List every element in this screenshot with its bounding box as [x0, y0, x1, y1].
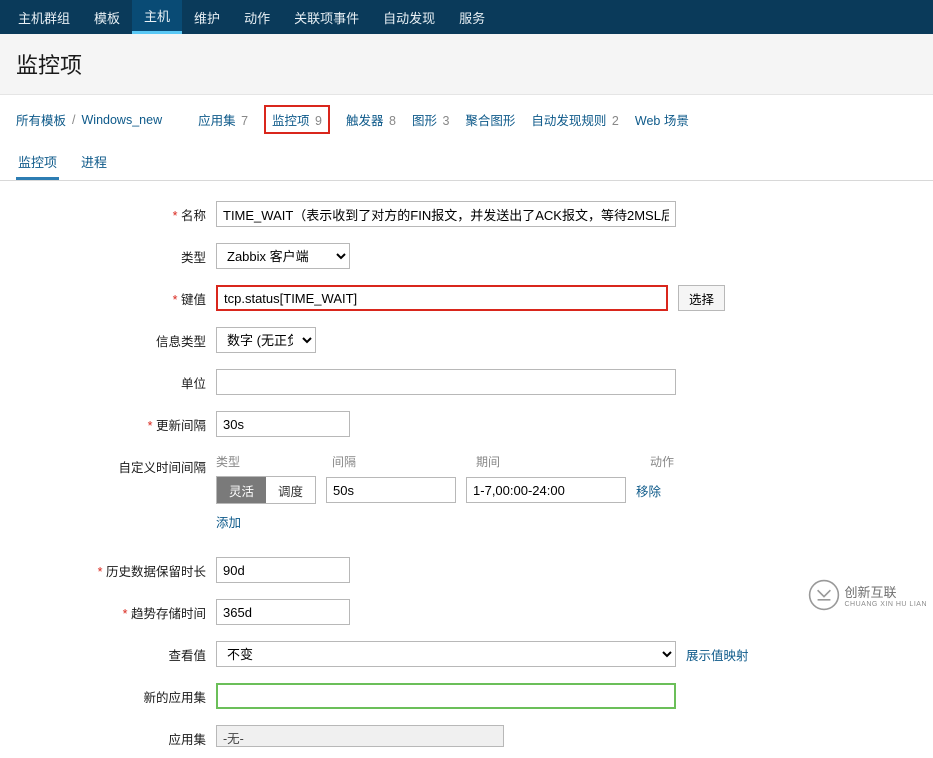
nav-hostgroups[interactable]: 主机群组	[6, 0, 82, 34]
show-value-mapping-link[interactable]: 展示值映射	[686, 645, 749, 664]
nav-maintenance[interactable]: 维护	[182, 0, 232, 34]
bc-tab-web[interactable]: Web 场景	[635, 110, 689, 129]
watermark-brand: 创新互联	[844, 582, 927, 601]
ci-interval-input[interactable]	[326, 477, 456, 503]
nav-templates[interactable]: 模板	[82, 0, 132, 34]
ci-remove-link[interactable]: 移除	[636, 481, 661, 500]
new-application-input[interactable]	[216, 683, 676, 709]
info-type-select[interactable]: 数字 (无正负)	[216, 327, 316, 353]
ci-scheduling-button[interactable]: 调度	[266, 477, 315, 503]
show-value-select[interactable]: 不变	[216, 641, 676, 667]
select-key-button[interactable]: 选择	[678, 285, 725, 311]
ci-flexible-button[interactable]: 灵活	[217, 477, 266, 503]
nav-correlation[interactable]: 关联项事件	[282, 0, 371, 34]
tab-item[interactable]: 监控项	[16, 144, 59, 180]
ci-header-period: 期间	[476, 453, 650, 470]
tab-process[interactable]: 进程	[79, 144, 109, 180]
label-show-value: 查看值	[16, 641, 216, 664]
ci-add-link[interactable]: 添加	[216, 516, 241, 530]
ci-header-action: 动作	[650, 453, 706, 470]
nav-services[interactable]: 服务	[447, 0, 497, 34]
breadcrumb-current[interactable]: Windows_new	[82, 113, 163, 127]
label-info-type: 信息类型	[16, 327, 216, 350]
trends-input[interactable]	[216, 599, 350, 625]
custom-intervals-table: 类型 间隔 期间 动作 灵活 调度 移除 添加	[216, 453, 706, 531]
watermark-sub: CHUANG XIN HU LIAN	[844, 601, 927, 608]
bc-tab-items[interactable]: 监控项 9	[264, 105, 330, 134]
label-update-interval: 更新间隔	[16, 411, 216, 434]
key-input[interactable]	[216, 285, 668, 311]
label-name: 名称	[16, 201, 216, 224]
nav-discovery[interactable]: 自动发现	[371, 0, 447, 34]
watermark-icon	[808, 579, 840, 611]
bc-tab-screens[interactable]: 聚合图形	[465, 110, 515, 129]
units-input[interactable]	[216, 369, 676, 395]
breadcrumb-bar: 所有模板 / Windows_new 应用集 7 监控项 9 触发器 8 图形 …	[0, 95, 933, 144]
watermark: 创新互联 CHUANG XIN HU LIAN	[802, 575, 933, 615]
ci-header-interval: 间隔	[332, 453, 476, 470]
breadcrumb-root[interactable]: 所有模板	[16, 110, 66, 129]
label-key: 键值	[16, 285, 216, 308]
breadcrumb-sep: /	[72, 113, 75, 127]
applications-select[interactable]: -无-	[216, 725, 504, 747]
label-type: 类型	[16, 243, 216, 266]
custom-interval-row: 灵活 调度 移除	[216, 476, 706, 504]
nav-hosts[interactable]: 主机	[132, 0, 182, 34]
history-input[interactable]	[216, 557, 350, 583]
bc-tab-applications[interactable]: 应用集 7	[198, 110, 248, 129]
update-interval-input[interactable]	[216, 411, 350, 437]
type-select[interactable]: Zabbix 客户端	[216, 243, 350, 269]
label-history: 历史数据保留时长	[16, 557, 216, 580]
form: 名称 类型 Zabbix 客户端 键值 选择 信息类型 数字 (无正负) 单位 …	[0, 181, 933, 758]
tab-bar: 监控项 进程	[0, 144, 933, 181]
ci-header-type: 类型	[216, 453, 332, 470]
label-new-application: 新的应用集	[16, 683, 216, 706]
bc-tab-triggers[interactable]: 触发器 8	[346, 110, 396, 129]
top-navigation: 主机群组 模板 主机 维护 动作 关联项事件 自动发现 服务	[0, 0, 933, 34]
bc-tab-discovery-rules[interactable]: 自动发现规则 2	[531, 110, 618, 129]
page-title: 监控项	[0, 34, 933, 95]
label-custom-intervals: 自定义时间间隔	[16, 453, 216, 476]
nav-actions[interactable]: 动作	[232, 0, 282, 34]
ci-type-segmented: 灵活 调度	[216, 476, 316, 504]
label-units: 单位	[16, 369, 216, 392]
label-applications: 应用集	[16, 725, 216, 748]
ci-period-input[interactable]	[466, 477, 626, 503]
name-input[interactable]	[216, 201, 676, 227]
label-trends: 趋势存储时间	[16, 599, 216, 622]
bc-tab-graphs[interactable]: 图形 3	[412, 110, 449, 129]
